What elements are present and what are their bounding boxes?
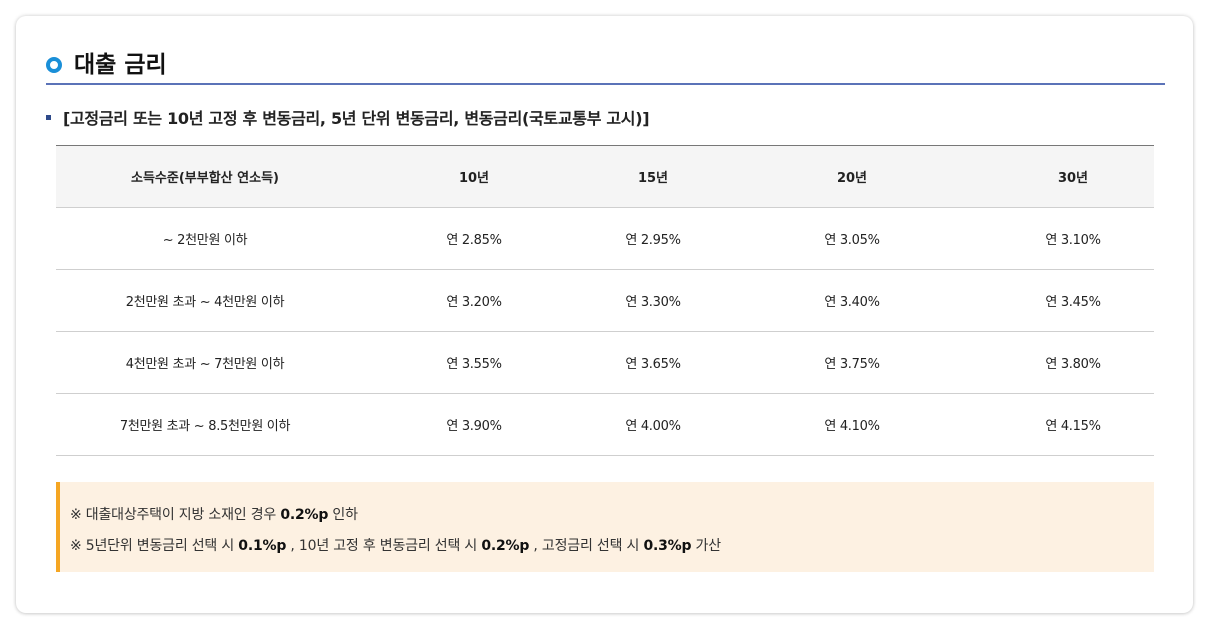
notice-value: 0.2%p — [280, 507, 329, 523]
subsection-header: [고정금리 또는 10년 고정 후 변동금리, 5년 단위 변동금리, 변동금리… — [46, 106, 650, 128]
section-title: 대출 금리 — [74, 52, 167, 78]
rate-table: 소득수준(부부합산 연소득) 10년 15년 20년 30년 ~ 2천만원 이하… — [56, 145, 1154, 456]
header-30y: 30년 — [992, 145, 1154, 208]
income-cell: 2천만원 초과 ~ 4천만원 이하 — [56, 269, 354, 332]
table-row: 7천만원 초과 ~ 8.5천만원 이하 연 3.90% 연 4.00% 연 4.… — [56, 393, 1154, 456]
rate-cell: 연 3.80% — [992, 331, 1154, 394]
table-row: ~ 2천만원 이하 연 2.85% 연 2.95% 연 3.05% 연 3.10… — [56, 207, 1154, 270]
rate-cell: 연 3.75% — [712, 331, 992, 394]
table-row: 4천만원 초과 ~ 7천만원 이하 연 3.55% 연 3.65% 연 3.75… — [56, 331, 1154, 394]
rate-cell: 연 3.10% — [992, 207, 1154, 270]
square-bullet-icon — [46, 114, 51, 120]
rate-cell: 연 3.90% — [354, 393, 594, 456]
notice-value: 0.1%p — [238, 538, 287, 554]
section-header: 대출 금리 — [46, 52, 1165, 85]
rate-cell: 연 4.10% — [712, 393, 992, 456]
income-cell: ~ 2천만원 이하 — [56, 207, 354, 270]
subsection-title: [고정금리 또는 10년 고정 후 변동금리, 5년 단위 변동금리, 변동금리… — [63, 109, 650, 128]
notice-box: ※ 대출대상주택이 지방 소재인 경우 0.2%p 인하 ※ 5년단위 변동금리… — [56, 482, 1154, 572]
header-15y: 15년 — [594, 145, 712, 208]
loan-rate-card: 대출 금리 [고정금리 또는 10년 고정 후 변동금리, 5년 단위 변동금리… — [16, 16, 1193, 613]
rate-cell: 연 3.20% — [354, 269, 594, 332]
rate-cell: 연 3.40% — [712, 269, 992, 332]
header-10y: 10년 — [354, 145, 594, 208]
circle-bullet-icon — [46, 57, 62, 73]
rate-cell: 연 4.15% — [992, 393, 1154, 456]
header-20y: 20년 — [712, 145, 992, 208]
rate-cell: 연 2.95% — [594, 207, 712, 270]
rate-cell: 연 3.65% — [594, 331, 712, 394]
income-cell: 4천만원 초과 ~ 7천만원 이하 — [56, 331, 354, 394]
rate-cell: 연 3.05% — [712, 207, 992, 270]
rate-cell: 연 3.45% — [992, 269, 1154, 332]
notice-line-1: ※ 대출대상주택이 지방 소재인 경우 0.2%p 인하 — [70, 507, 358, 523]
rate-cell: 연 3.55% — [354, 331, 594, 394]
header-income: 소득수준(부부합산 연소득) — [56, 145, 354, 208]
income-cell: 7천만원 초과 ~ 8.5천만원 이하 — [56, 393, 354, 456]
notice-value: 0.2%p — [481, 538, 530, 554]
rate-cell: 연 2.85% — [354, 207, 594, 270]
table-header-row: 소득수준(부부합산 연소득) 10년 15년 20년 30년 — [56, 145, 1154, 208]
table-row: 2천만원 초과 ~ 4천만원 이하 연 3.20% 연 3.30% 연 3.40… — [56, 269, 1154, 332]
notice-line-2: ※ 5년단위 변동금리 선택 시 0.1%p , 10년 고정 후 변동금리 선… — [70, 538, 721, 554]
rate-cell: 연 4.00% — [594, 393, 712, 456]
notice-value: 0.3%p — [643, 538, 692, 554]
rate-cell: 연 3.30% — [594, 269, 712, 332]
